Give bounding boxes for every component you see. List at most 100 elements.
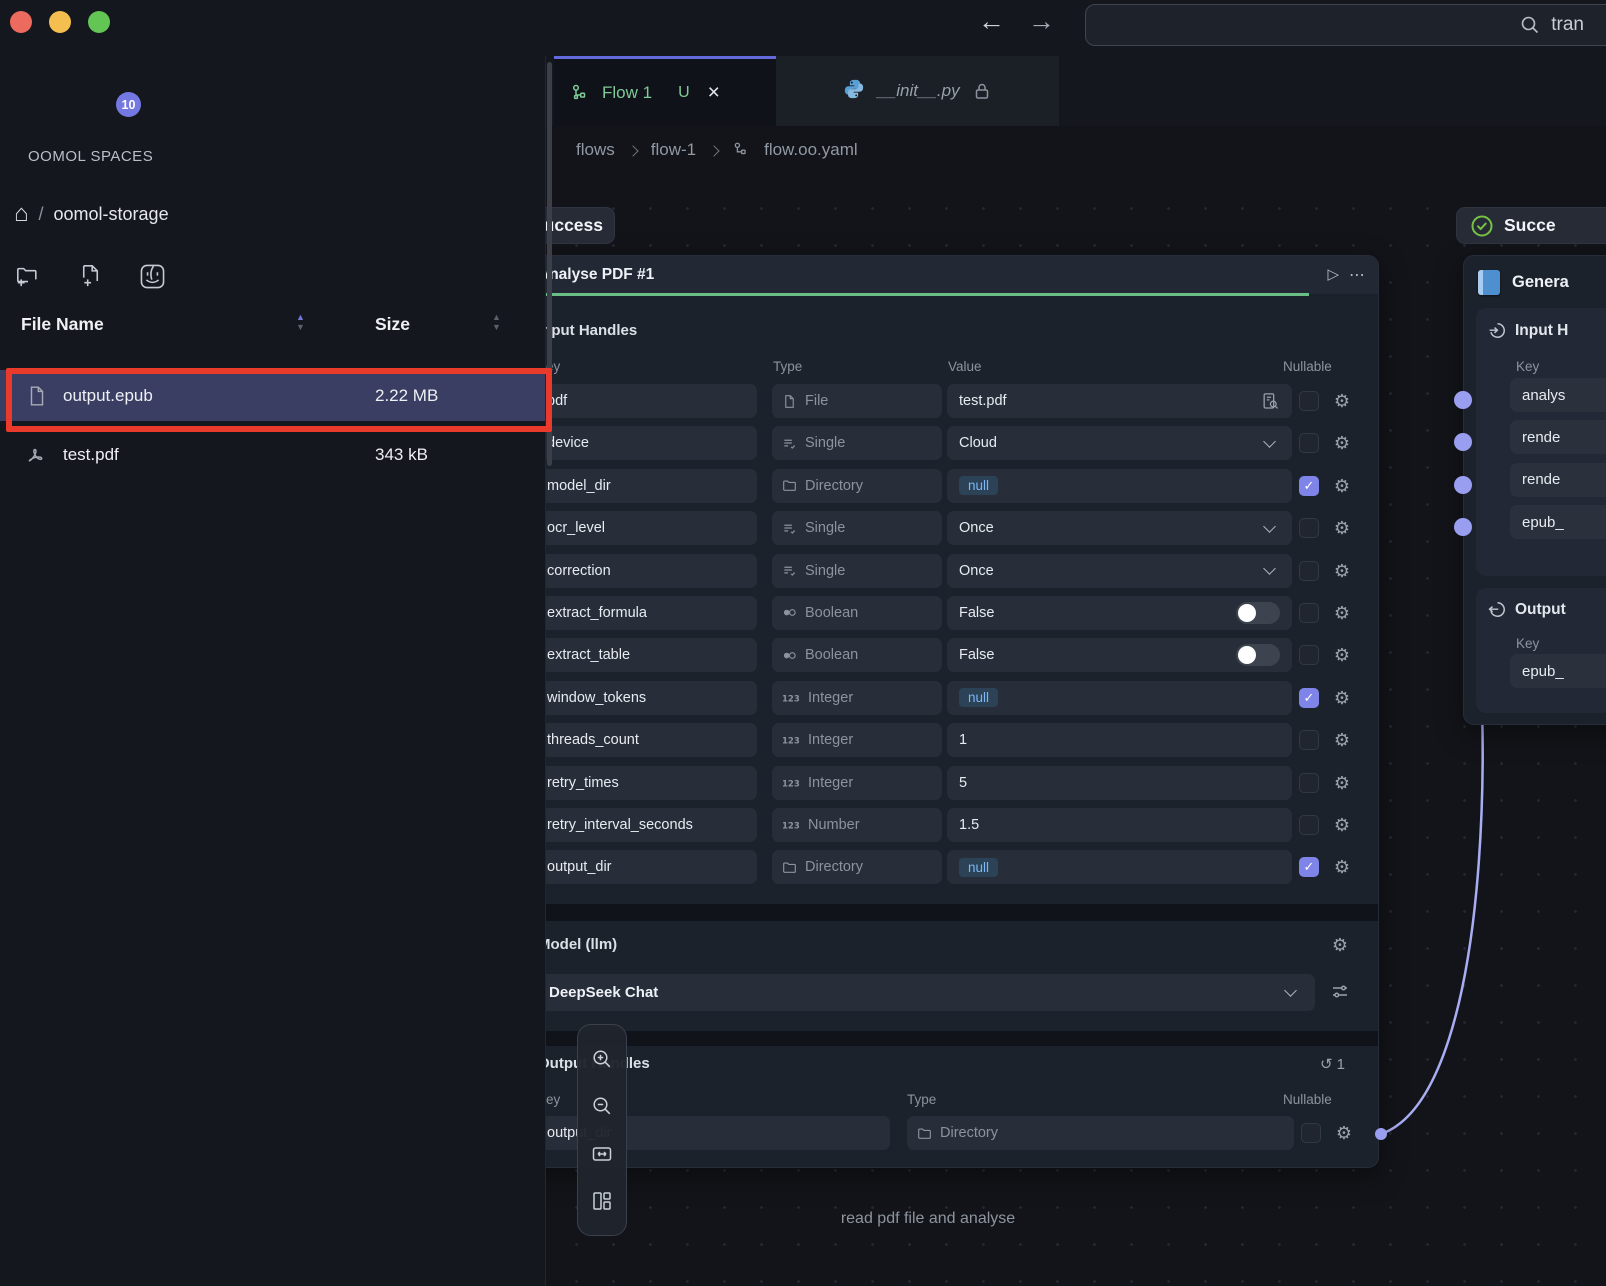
key-input[interactable]: retry_times <box>546 766 757 800</box>
value-input[interactable]: null <box>947 681 1292 715</box>
key-input[interactable]: threads_count <box>546 723 757 757</box>
nullable-checkbox[interactable] <box>1299 391 1319 411</box>
nullable-checkbox[interactable] <box>1299 518 1319 538</box>
column-size[interactable]: Size <box>375 314 410 335</box>
key-field[interactable]: rende <box>1510 463 1606 497</box>
flow-canvas[interactable]: Success Analyse PDF #1 ▷ ⋯ Input Handles… <box>546 174 1606 1286</box>
type-cell[interactable]: 123Integer <box>772 681 942 715</box>
history-control[interactable]: ↺ 1 <box>1320 1055 1345 1073</box>
key-input[interactable]: extract_formula <box>546 596 757 630</box>
nullable-checkbox[interactable] <box>1299 730 1319 750</box>
key-input[interactable]: window_tokens <box>546 681 757 715</box>
nullable-checkbox[interactable]: ✓ <box>1299 476 1319 496</box>
key-field[interactable]: epub_ <box>1510 654 1606 688</box>
value-input[interactable]: 1 <box>947 723 1292 757</box>
node-header[interactable]: Genera <box>1464 256 1606 308</box>
toggle-switch[interactable] <box>1236 644 1280 666</box>
navigate-forward-button[interactable]: → <box>1028 6 1055 37</box>
value-select[interactable]: Cloud <box>947 426 1292 460</box>
reveal-in-finder-button[interactable] <box>138 262 166 290</box>
type-cell[interactable]: File <box>772 384 942 418</box>
value-select[interactable]: Once <box>947 511 1292 545</box>
model-settings-gear-icon[interactable]: ⚙ <box>1330 936 1350 954</box>
zoom-window-button[interactable] <box>88 11 110 33</box>
type-cell[interactable]: 123Integer <box>772 723 942 757</box>
key-input[interactable]: extract_table <box>546 638 757 672</box>
breadcrumb-flows[interactable]: flows <box>576 140 615 160</box>
value-toggle-field[interactable]: False <box>947 596 1292 630</box>
row-settings-gear-icon[interactable]: ⚙ <box>1332 392 1352 410</box>
model-select[interactable]: DeepSeek Chat <box>546 974 1315 1011</box>
new-folder-button[interactable] <box>14 262 42 290</box>
fit-view-button[interactable] <box>589 1141 615 1167</box>
file-row[interactable]: output.epub2.22 MB <box>0 370 545 421</box>
key-input[interactable]: pdf <box>546 384 757 418</box>
type-cell[interactable]: Directory <box>907 1116 1294 1150</box>
row-settings-gear-icon[interactable]: ⚙ <box>1332 816 1352 834</box>
key-field[interactable]: rende <box>1510 420 1606 454</box>
key-field[interactable]: analys <box>1510 378 1606 412</box>
row-settings-gear-icon[interactable]: ⚙ <box>1332 519 1352 537</box>
file-row[interactable]: test.pdf343 kB <box>0 429 545 480</box>
type-cell[interactable]: 123Integer <box>772 766 942 800</box>
node-analyse-pdf[interactable]: Analyse PDF #1 ▷ ⋯ Input Handles Key Typ… <box>546 255 1379 1168</box>
new-file-button[interactable] <box>76 262 104 290</box>
nullable-checkbox[interactable] <box>1299 433 1319 453</box>
row-settings-gear-icon[interactable]: ⚙ <box>1332 646 1352 664</box>
input-connection-handle[interactable] <box>1454 476 1472 494</box>
sort-by-name-control[interactable]: ▲▼ <box>296 313 305 333</box>
row-settings-gear-icon[interactable]: ⚙ <box>1332 774 1352 792</box>
minimize-window-button[interactable] <box>49 11 71 33</box>
nullable-checkbox[interactable]: ✓ <box>1299 688 1319 708</box>
type-cell[interactable]: Directory <box>772 850 942 884</box>
nullable-checkbox[interactable] <box>1301 1123 1321 1143</box>
row-settings-gear-icon[interactable]: ⚙ <box>1332 689 1352 707</box>
row-settings-gear-icon[interactable]: ⚙ <box>1332 562 1352 580</box>
key-input[interactable]: correction <box>546 554 757 588</box>
input-connection-handle[interactable] <box>1454 518 1472 536</box>
value-file-input[interactable]: test.pdf <box>947 384 1292 418</box>
type-cell[interactable]: 123Number <box>772 808 942 842</box>
tab-flow-1[interactable]: Flow 1 U × <box>554 56 776 126</box>
close-tab-icon[interactable]: × <box>708 81 720 105</box>
path-current-folder[interactable]: oomol-storage <box>54 204 169 225</box>
nullable-checkbox[interactable] <box>1299 645 1319 665</box>
row-settings-gear-icon[interactable]: ⚙ <box>1332 604 1352 622</box>
close-window-button[interactable] <box>10 11 32 33</box>
type-cell[interactable]: Single <box>772 511 942 545</box>
key-input[interactable]: ocr_level <box>546 511 757 545</box>
nullable-checkbox[interactable]: ✓ <box>1299 857 1319 877</box>
sort-by-size-control[interactable]: ▲▼ <box>492 313 501 333</box>
row-settings-gear-icon[interactable]: ⚙ <box>1332 731 1352 749</box>
key-input[interactable]: output_dir <box>546 850 757 884</box>
model-tune-sliders-icon[interactable] <box>1330 982 1350 1002</box>
type-cell[interactable]: Single <box>772 554 942 588</box>
output-connection-handle[interactable] <box>1375 1128 1387 1140</box>
type-cell[interactable]: Directory <box>772 469 942 503</box>
nullable-checkbox[interactable] <box>1299 773 1319 793</box>
breadcrumb-flow-1[interactable]: flow-1 <box>651 140 696 160</box>
type-cell[interactable]: Boolean <box>772 638 942 672</box>
command-center-search-input[interactable]: tran <box>1085 4 1606 46</box>
zoom-out-button[interactable] <box>589 1093 615 1119</box>
key-input[interactable]: model_dir <box>546 469 757 503</box>
value-toggle-field[interactable]: False <box>947 638 1292 672</box>
scrollbar-thumb[interactable] <box>547 62 552 466</box>
key-input[interactable]: device <box>546 426 757 460</box>
value-select[interactable]: Once <box>947 554 1292 588</box>
row-settings-gear-icon[interactable]: ⚙ <box>1332 477 1352 495</box>
home-icon[interactable]: ⌂ <box>14 202 29 226</box>
navigate-back-button[interactable]: ← <box>978 6 1005 37</box>
column-file-name[interactable]: File Name <box>21 314 104 335</box>
nullable-checkbox[interactable] <box>1299 815 1319 835</box>
type-cell[interactable]: Boolean <box>772 596 942 630</box>
type-cell[interactable]: Single <box>772 426 942 460</box>
key-field[interactable]: epub_ <box>1510 505 1606 539</box>
value-input[interactable]: 1.5 <box>947 808 1292 842</box>
file-browse-icon[interactable] <box>1261 392 1280 411</box>
tab-init-py[interactable]: __init__.py <box>776 56 1059 126</box>
row-settings-gear-icon[interactable]: ⚙ <box>1334 1124 1354 1142</box>
breadcrumb-flow-oo-yaml[interactable]: flow.oo.yaml <box>764 140 858 160</box>
row-settings-gear-icon[interactable]: ⚙ <box>1332 434 1352 452</box>
value-input[interactable]: null <box>947 469 1292 503</box>
